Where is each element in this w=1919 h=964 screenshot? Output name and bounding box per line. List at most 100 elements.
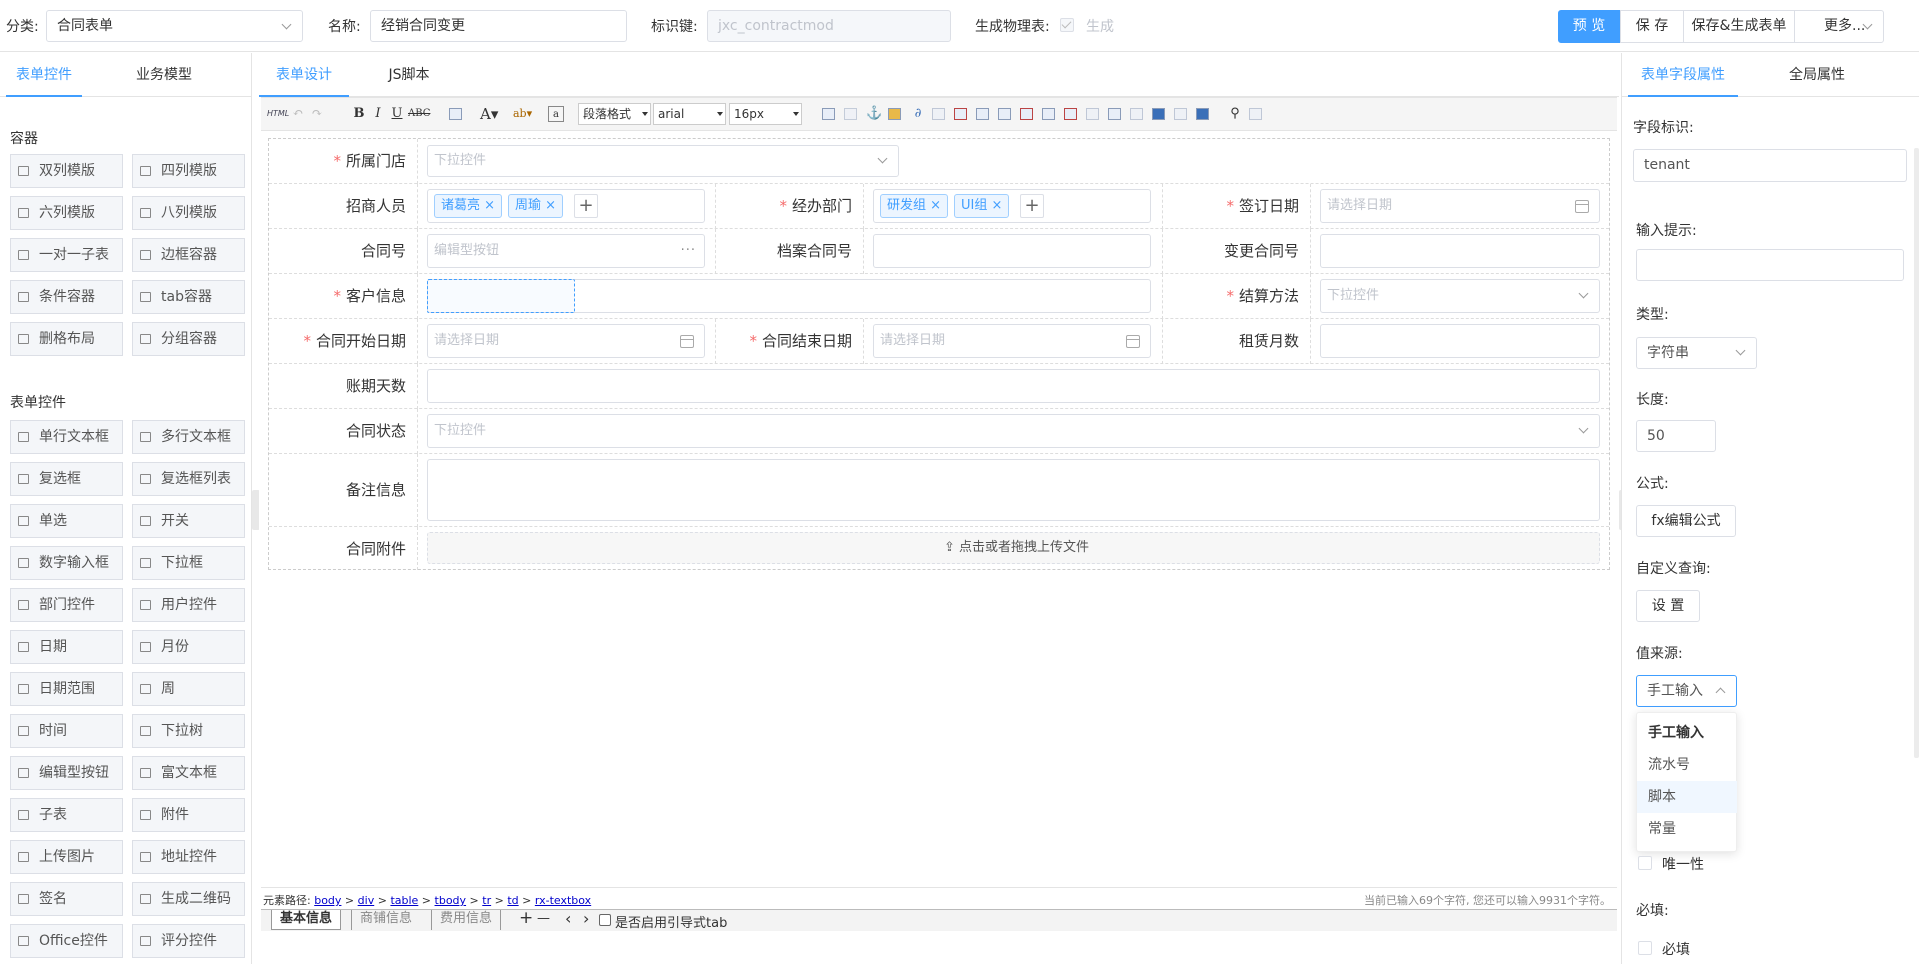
status-select[interactable]: 下拉控件 bbox=[427, 414, 1600, 448]
settle-select[interactable]: 下拉控件 bbox=[1320, 279, 1600, 313]
palette-item[interactable]: 月份 bbox=[132, 630, 245, 664]
palette-item[interactable]: 用户控件 bbox=[132, 588, 245, 622]
close-icon[interactable]: × bbox=[545, 198, 556, 213]
attachment-icon[interactable]: ∂ bbox=[910, 106, 926, 122]
unique-checkbox[interactable] bbox=[1638, 856, 1652, 870]
find-icon[interactable]: ⚲ bbox=[1227, 106, 1243, 122]
copy-format-icon[interactable] bbox=[1249, 108, 1262, 120]
end-date-picker[interactable]: 请选择日期 bbox=[873, 324, 1151, 358]
strikethrough-icon[interactable]: ABC bbox=[408, 106, 430, 122]
category-select[interactable]: 合同表单 bbox=[46, 10, 303, 42]
paragraph-format-select[interactable]: 段落格式 bbox=[578, 103, 651, 125]
close-icon[interactable]: × bbox=[484, 198, 495, 213]
right-scrollbar[interactable] bbox=[1914, 148, 1919, 758]
paste-icon[interactable] bbox=[449, 108, 462, 120]
cell-props-icon[interactable] bbox=[1174, 108, 1187, 120]
font-size-select[interactable]: 16px bbox=[729, 103, 802, 125]
palette-item[interactable]: 上传图片 bbox=[10, 840, 123, 874]
path-link[interactable]: table bbox=[390, 894, 418, 907]
path-link[interactable]: body bbox=[314, 894, 341, 907]
edit-formula-button[interactable]: fx编辑公式 bbox=[1636, 505, 1736, 537]
palette-item[interactable]: 日期 bbox=[10, 630, 123, 664]
palette-item[interactable]: 数字输入框 bbox=[10, 546, 123, 580]
palette-item[interactable]: 时间 bbox=[10, 714, 123, 748]
query-settings-button[interactable]: 设 置 bbox=[1636, 590, 1700, 622]
underline-icon[interactable]: U bbox=[389, 106, 405, 122]
more-dots-icon[interactable]: ··· bbox=[681, 235, 696, 267]
physical-table-checkbox[interactable] bbox=[1060, 18, 1074, 32]
merge-down-icon[interactable] bbox=[1108, 108, 1121, 120]
recruiter-user-picker[interactable]: 诸葛亮 × 周瑜 × + bbox=[427, 189, 705, 223]
path-link[interactable]: rx-textbox bbox=[535, 894, 591, 907]
palette-item[interactable]: 编辑型按钮 bbox=[10, 756, 123, 790]
hint-input[interactable] bbox=[1636, 249, 1904, 281]
sheet-tab-basic[interactable]: 基本信息 bbox=[271, 910, 342, 930]
path-link[interactable]: div bbox=[358, 894, 375, 907]
palette-item[interactable]: 复选框列表 bbox=[132, 462, 245, 496]
delete-row-icon[interactable] bbox=[998, 108, 1011, 120]
image-icon[interactable] bbox=[888, 108, 901, 120]
tab-global-properties[interactable]: 全局属性 bbox=[1772, 53, 1862, 97]
palette-item[interactable]: 单行文本框 bbox=[10, 420, 123, 454]
sign-date-picker[interactable]: 请选择日期 bbox=[1320, 189, 1600, 223]
sheet-tab-shop[interactable]: 商铺信息 bbox=[351, 910, 420, 930]
palette-item[interactable]: 条件容器 bbox=[10, 280, 123, 314]
palette-item[interactable]: 下拉树 bbox=[132, 714, 245, 748]
more-button[interactable]: 更多... bbox=[1794, 10, 1884, 43]
archive-no-input[interactable] bbox=[873, 234, 1151, 268]
bill-days-input[interactable] bbox=[427, 369, 1600, 403]
palette-item[interactable]: 附件 bbox=[132, 798, 245, 832]
tab-form-controls[interactable]: 表单控件 bbox=[6, 53, 82, 97]
palette-item[interactable]: 多行文本框 bbox=[132, 420, 245, 454]
remark-textarea[interactable] bbox=[427, 459, 1600, 521]
insert-row-icon[interactable] bbox=[954, 108, 967, 120]
palette-item[interactable]: 一对一子表 bbox=[10, 238, 123, 272]
undo-icon[interactable]: ↶ bbox=[290, 106, 306, 122]
tab-js-script[interactable]: JS脚本 bbox=[369, 53, 449, 97]
length-input[interactable]: 50 bbox=[1636, 420, 1716, 452]
palette-item[interactable]: tab容器 bbox=[132, 280, 245, 314]
palette-item[interactable]: 子表 bbox=[10, 798, 123, 832]
table-icon[interactable] bbox=[932, 108, 945, 120]
prev-sheet-icon[interactable]: ‹ bbox=[565, 909, 571, 928]
palette-item[interactable]: 边框容器 bbox=[132, 238, 245, 272]
highlight-icon[interactable]: ab▾ bbox=[513, 106, 532, 122]
palette-item[interactable]: 开关 bbox=[132, 504, 245, 538]
palette-item[interactable]: 日期范围 bbox=[10, 672, 123, 706]
tab-field-properties[interactable]: 表单字段属性 bbox=[1628, 53, 1738, 97]
save-button[interactable]: 保 存 bbox=[1620, 10, 1684, 43]
tab-business-model[interactable]: 业务模型 bbox=[126, 53, 202, 97]
palette-item[interactable]: Office控件 bbox=[10, 924, 123, 958]
palette-item[interactable]: 单选 bbox=[10, 504, 123, 538]
change-no-input[interactable] bbox=[1320, 234, 1600, 268]
palette-item[interactable]: 生成二维码 bbox=[132, 882, 245, 916]
path-link[interactable]: tbody bbox=[435, 894, 467, 907]
close-icon[interactable]: × bbox=[930, 198, 941, 213]
table-props-icon[interactable] bbox=[1152, 108, 1165, 120]
option-serial-number[interactable]: 流水号 bbox=[1637, 749, 1737, 781]
next-sheet-icon[interactable]: › bbox=[583, 909, 589, 928]
palette-item[interactable]: 签名 bbox=[10, 882, 123, 916]
palette-item[interactable]: 删格布局 bbox=[10, 322, 123, 356]
unlink-icon[interactable] bbox=[844, 108, 857, 120]
split-col-icon[interactable] bbox=[1042, 108, 1055, 120]
html-source-button[interactable]: HTML bbox=[267, 109, 289, 118]
path-link[interactable]: td bbox=[507, 894, 518, 907]
link-icon[interactable] bbox=[822, 108, 835, 120]
remove-sheet-icon[interactable]: — bbox=[537, 911, 550, 926]
italic-icon[interactable]: I bbox=[370, 106, 386, 122]
add-icon[interactable]: + bbox=[574, 194, 598, 218]
palette-item[interactable]: 地址控件 bbox=[132, 840, 245, 874]
palette-item[interactable]: 分组容器 bbox=[132, 322, 245, 356]
sheet-tab-fee[interactable]: 费用信息 bbox=[431, 910, 502, 930]
add-sheet-icon[interactable]: + bbox=[519, 908, 533, 928]
split-cells-icon[interactable] bbox=[1130, 108, 1143, 120]
palette-item[interactable]: 六列模版 bbox=[10, 196, 123, 230]
dept-picker[interactable]: 研发组 × UI组 × + bbox=[873, 189, 1151, 223]
insert-col-icon[interactable] bbox=[976, 108, 989, 120]
required-checkbox[interactable] bbox=[1638, 941, 1652, 955]
font-color-icon[interactable]: A▾ bbox=[480, 106, 498, 122]
name-input[interactable]: 经销合同变更 bbox=[370, 10, 627, 42]
option-constant[interactable]: 常量 bbox=[1637, 813, 1737, 845]
preview-button[interactable]: 预 览 bbox=[1558, 10, 1620, 43]
